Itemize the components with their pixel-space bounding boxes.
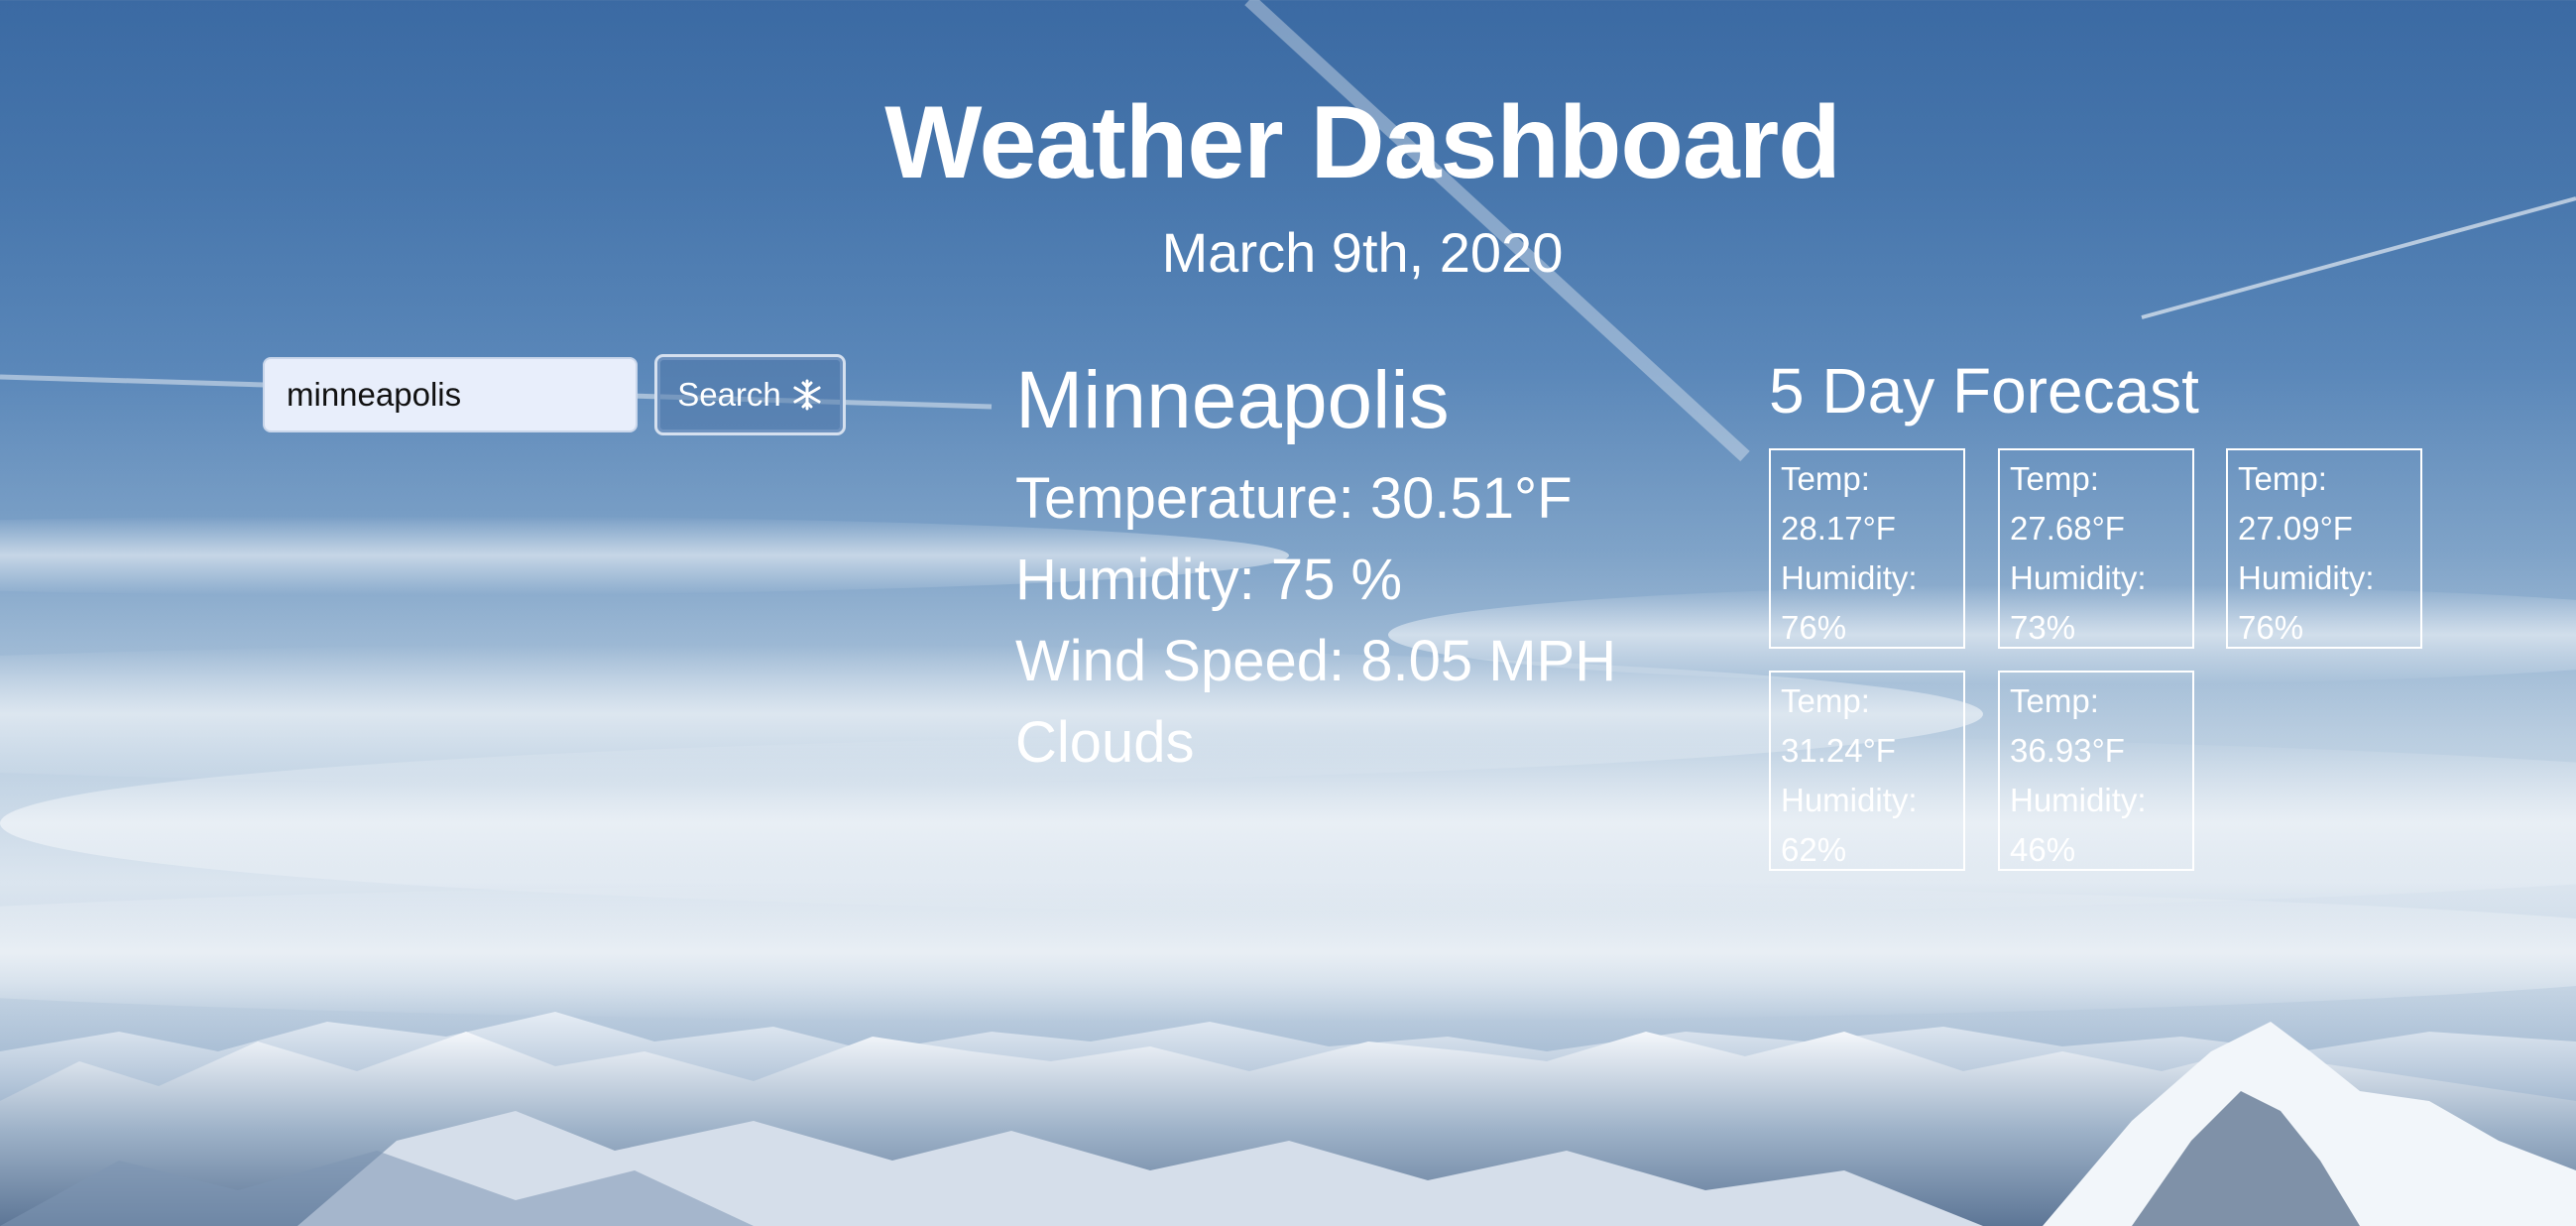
city-name: Minneapolis bbox=[1015, 355, 1450, 445]
current-weather-panel: Minneapolis Temperature: 30.51°F Humidit… bbox=[1015, 353, 1616, 784]
forecast-temp-label: Temp: bbox=[1781, 460, 1870, 497]
forecast-temp-label: Temp: bbox=[2010, 460, 2099, 497]
forecast-card: Temp: 28.17°F Humidity: 76% bbox=[1769, 448, 1965, 649]
forecast-title: 5 Day Forecast bbox=[1769, 355, 2199, 427]
current-date: March 9th, 2020 bbox=[1161, 221, 1564, 284]
forecast-card: Temp: 31.24°F Humidity: 62% bbox=[1769, 671, 1965, 871]
current-humidity: Humidity: 75 % bbox=[1015, 548, 1403, 612]
search-button-label: Search bbox=[677, 376, 781, 413]
forecast-card: Temp: 27.68°F Humidity: 73% bbox=[1998, 448, 2194, 649]
forecast-temp-value: 28.17°F bbox=[1781, 510, 1896, 547]
search-button[interactable]: Search bbox=[654, 354, 846, 435]
forecast-humidity-label: Humidity: bbox=[1781, 782, 1918, 818]
snowflake-icon bbox=[793, 379, 821, 411]
forecast-humidity-value: 76% bbox=[2238, 609, 2304, 646]
forecast-temp-label: Temp: bbox=[2010, 682, 2099, 719]
forecast-temp-label: Temp: bbox=[1781, 682, 1870, 719]
forecast-humidity-label: Humidity: bbox=[2010, 782, 2147, 818]
forecast-humidity-value: 46% bbox=[2010, 831, 2076, 868]
forecast-humidity-label: Humidity: bbox=[1781, 559, 1918, 596]
forecast-temp-value: 27.68°F bbox=[2010, 510, 2125, 547]
forecast-temp-value: 31.24°F bbox=[1781, 732, 1896, 769]
forecast-humidity-value: 73% bbox=[2010, 609, 2076, 646]
forecast-card: Temp: 27.09°F Humidity: 76% bbox=[2226, 448, 2422, 649]
forecast-humidity-value: 76% bbox=[1781, 609, 1847, 646]
forecast-card: Temp: 36.93°F Humidity: 46% bbox=[1998, 671, 2194, 871]
forecast-humidity-value: 62% bbox=[1781, 831, 1847, 868]
forecast-humidity-label: Humidity: bbox=[2238, 559, 2375, 596]
forecast-temp-value: 27.09°F bbox=[2238, 510, 2353, 547]
city-search-input[interactable] bbox=[263, 357, 638, 432]
forecast-temp-value: 36.93°F bbox=[2010, 732, 2125, 769]
current-wind-speed: Wind Speed: 8.05 MPH bbox=[1015, 629, 1617, 693]
page-title: Weather Dashboard bbox=[884, 85, 1841, 200]
forecast-temp-label: Temp: bbox=[2238, 460, 2327, 497]
forecast-humidity-label: Humidity: bbox=[2010, 559, 2147, 596]
current-condition: Clouds bbox=[1015, 710, 1195, 775]
current-temperature: Temperature: 30.51°F bbox=[1015, 466, 1573, 531]
